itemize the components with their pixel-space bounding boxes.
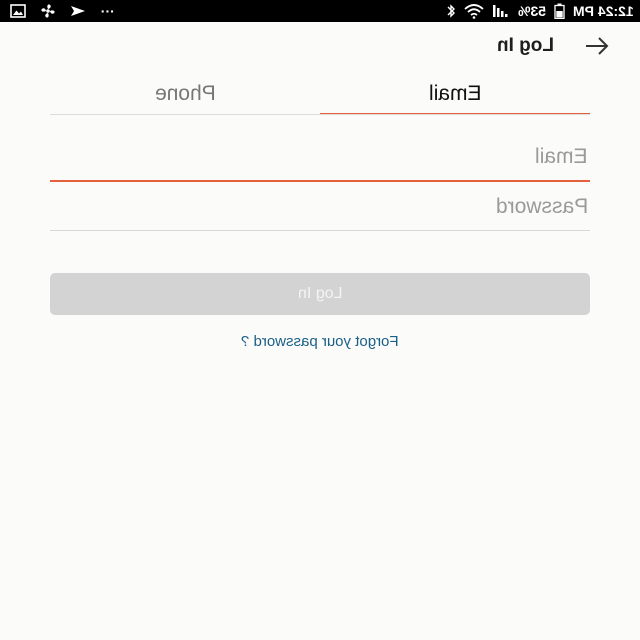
password-placeholder: Password	[495, 195, 588, 218]
login-screen: ··· 53% 12:24 PM Log In Email Phone Emai…	[0, 0, 640, 640]
signal-icon	[492, 4, 510, 18]
wifi-icon	[464, 3, 484, 19]
email-field[interactable]: Email	[50, 140, 590, 182]
tab-phone-label: Phone	[154, 82, 216, 105]
status-right-group: 53% 12:24 PM	[446, 2, 634, 20]
clock: 12:24 PM	[573, 3, 634, 19]
tab-divider	[50, 114, 590, 115]
forgot-password-link[interactable]: Forgot your password ?	[0, 333, 640, 350]
bluetooth-icon	[446, 3, 456, 19]
overflow-dots-icon: ···	[100, 3, 114, 19]
status-left-group: ···	[10, 2, 114, 20]
tab-phone[interactable]: Phone	[50, 82, 320, 114]
page-title: Log In	[497, 35, 554, 56]
login-button[interactable]: Log In	[50, 273, 590, 315]
tab-email[interactable]: Email	[320, 82, 590, 115]
fan-icon	[40, 3, 56, 19]
battery-icon	[554, 3, 565, 19]
tab-email-label: Email	[428, 82, 482, 105]
email-placeholder: Email	[535, 145, 588, 168]
header: Log In	[0, 30, 640, 62]
password-field[interactable]: Password	[50, 190, 590, 231]
battery-percent: 53%	[518, 3, 547, 19]
navigation-icon	[70, 3, 86, 19]
status-bar: ··· 53% 12:24 PM	[0, 0, 640, 22]
forgot-password-label: Forgot your password ?	[241, 333, 399, 350]
image-icon	[10, 4, 26, 18]
arrow-back-icon[interactable]	[584, 34, 610, 58]
login-button-label: Log In	[297, 285, 343, 302]
